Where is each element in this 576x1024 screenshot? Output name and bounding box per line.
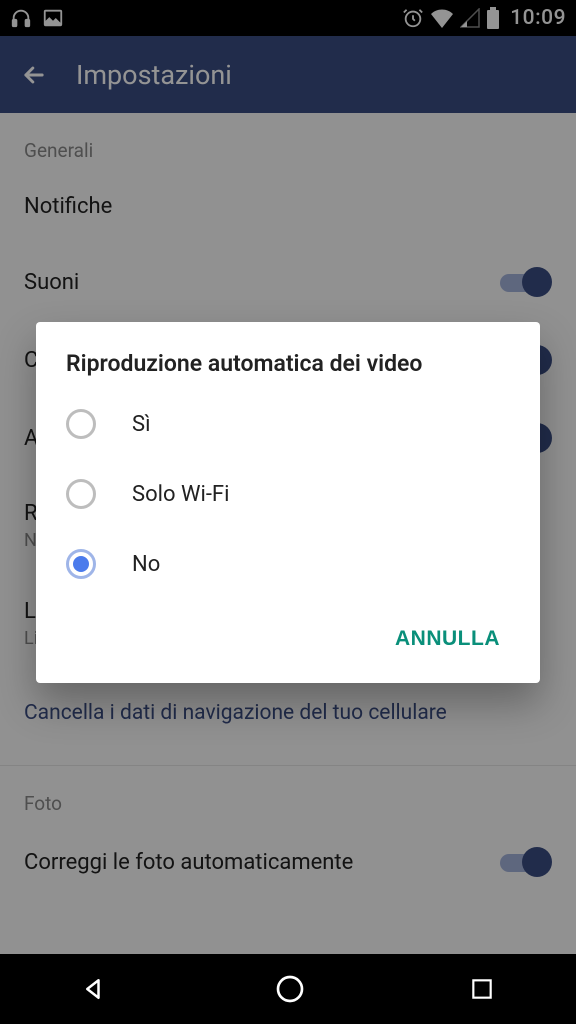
radio-wifi[interactable]	[66, 479, 96, 509]
option-no[interactable]: No	[36, 529, 540, 599]
option-yes[interactable]: Sì	[36, 389, 540, 459]
radio-no[interactable]	[66, 549, 96, 579]
radio-yes[interactable]	[66, 409, 96, 439]
autoplay-dialog: Riproduzione automatica dei video Sì Sol…	[36, 322, 540, 683]
nav-recent-icon[interactable]	[469, 976, 495, 1002]
option-no-label: No	[132, 552, 160, 577]
nav-home-icon[interactable]	[274, 973, 306, 1005]
option-yes-label: Sì	[132, 412, 151, 437]
option-wifi[interactable]: Solo Wi-Fi	[36, 459, 540, 529]
nav-back-icon[interactable]	[81, 974, 111, 1004]
dialog-title: Riproduzione automatica dei video	[36, 350, 540, 389]
cancel-button[interactable]: ANNULLA	[379, 615, 516, 663]
nav-bar	[0, 954, 576, 1024]
option-wifi-label: Solo Wi-Fi	[132, 482, 229, 507]
